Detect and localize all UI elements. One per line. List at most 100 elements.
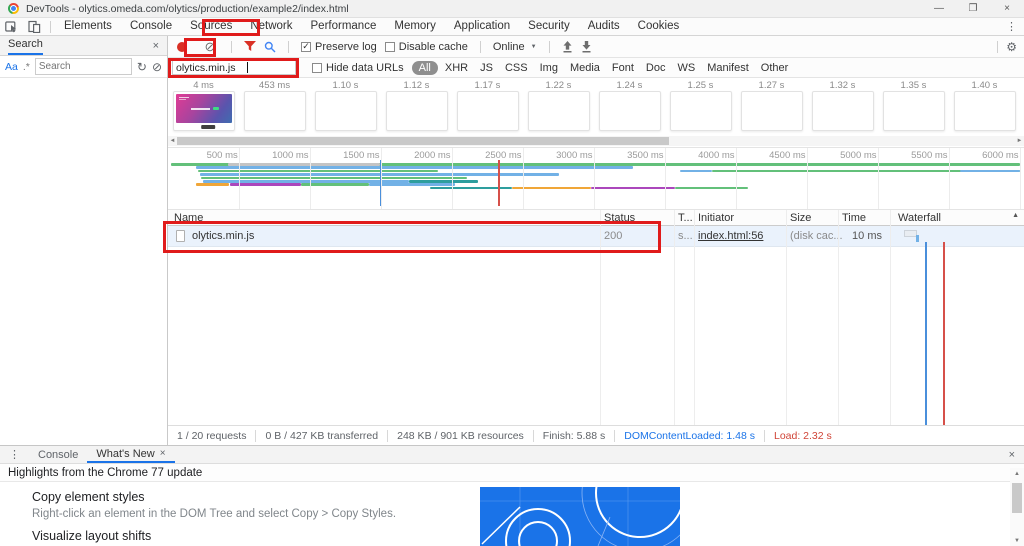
- search-icon[interactable]: [264, 41, 276, 53]
- devtools-menu-icon[interactable]: ⋮: [1006, 20, 1017, 33]
- column-time[interactable]: Time: [842, 212, 866, 224]
- tab-whats-new[interactable]: What's New ×: [87, 446, 175, 463]
- gear-icon[interactable]: ⚙: [1006, 40, 1017, 54]
- tick-label: 1000 ms: [272, 150, 309, 161]
- filmstrip-frame[interactable]: [882, 91, 945, 131]
- initiator-link[interactable]: index.html:56: [698, 230, 763, 242]
- column-status[interactable]: Status: [604, 212, 635, 224]
- filmstrip-slot: 453 ms: [239, 78, 310, 131]
- drawer-close-icon[interactable]: ×: [1009, 449, 1015, 461]
- column-name[interactable]: Name: [174, 212, 203, 224]
- scrollbar-thumb[interactable]: [177, 137, 669, 145]
- filter-icon[interactable]: [244, 41, 256, 52]
- filter-type-img[interactable]: Img: [535, 62, 563, 74]
- match-case-toggle[interactable]: Aa: [5, 61, 18, 73]
- tab-application[interactable]: Application: [445, 18, 519, 35]
- filter-type-other[interactable]: Other: [756, 62, 794, 74]
- tick-label: 3000 ms: [556, 150, 593, 161]
- regex-toggle[interactable]: .*: [23, 61, 30, 73]
- refresh-icon[interactable]: ↻: [137, 60, 147, 74]
- disable-cache-checkbox[interactable]: Disable cache: [384, 41, 468, 53]
- filter-type-all[interactable]: All: [411, 60, 438, 75]
- network-overview[interactable]: 500 ms 1000 ms 1500 ms 2000 ms 2500 ms 3000 m…: [168, 148, 1024, 210]
- filmstrip-scrollbar[interactable]: ◄ ►: [168, 136, 1024, 146]
- column-initiator[interactable]: Initiator: [698, 212, 734, 224]
- filmstrip-frame[interactable]: [456, 91, 519, 131]
- filmstrip-frame[interactable]: [953, 91, 1016, 131]
- whats-new-scrollbar[interactable]: ▲ ▼: [1010, 468, 1024, 546]
- whats-new-item-title[interactable]: Visualize layout shifts: [32, 529, 151, 543]
- frame-timestamp: 1.17 s: [474, 80, 501, 91]
- resource-bar-purple: [590, 186, 675, 190]
- column-type[interactable]: T...: [678, 212, 693, 224]
- filmstrip-frame[interactable]: [669, 91, 732, 131]
- search-input[interactable]: [34, 58, 132, 75]
- thumb-l1: [178, 97, 189, 98]
- scroll-right-icon[interactable]: ►: [1015, 136, 1024, 146]
- filter-input[interactable]: [172, 60, 296, 75]
- tab-audits[interactable]: Audits: [579, 18, 629, 35]
- drawer-menu-icon[interactable]: ⋮: [9, 448, 20, 461]
- clear-requests-button[interactable]: ⊘: [201, 39, 219, 55]
- restore-button[interactable]: ❐: [956, 0, 990, 17]
- frame-timestamp: 1.32 s: [829, 80, 856, 91]
- tab-performance[interactable]: Performance: [302, 18, 386, 35]
- resource-bar-orange: [196, 183, 229, 186]
- whats-new-heading: Highlights from the Chrome 77 update: [0, 464, 1024, 482]
- scrollbar-thumb[interactable]: [1012, 483, 1022, 513]
- filmstrip-frame[interactable]: [243, 91, 306, 131]
- tab-console[interactable]: Console: [121, 18, 181, 35]
- tab-network[interactable]: Network: [241, 18, 301, 35]
- thumb-dot: [213, 107, 220, 111]
- tab-cookies[interactable]: Cookies: [629, 18, 689, 35]
- filter-type-css[interactable]: CSS: [500, 62, 533, 74]
- filter-type-ws[interactable]: WS: [672, 62, 700, 74]
- clear-search-icon[interactable]: ⊘: [152, 60, 162, 74]
- filmstrip-frame[interactable]: [385, 91, 448, 131]
- frame-timestamp: 1.12 s: [403, 80, 430, 91]
- filmstrip-frame[interactable]: [740, 91, 803, 131]
- filmstrip-slot: 1.12 s: [381, 78, 452, 131]
- divider: [231, 40, 232, 53]
- filter-type-font[interactable]: Font: [607, 62, 639, 74]
- filter-type-media[interactable]: Media: [565, 62, 605, 74]
- column-waterfall[interactable]: Waterfall: [898, 212, 941, 224]
- preserve-log-checkbox[interactable]: ✓ Preserve log: [301, 41, 377, 53]
- filter-type-js[interactable]: JS: [475, 62, 498, 74]
- tick-label: 1500 ms: [343, 150, 380, 161]
- export-har-icon[interactable]: [581, 40, 592, 53]
- device-toolbar-icon[interactable]: [28, 20, 41, 33]
- tab-elements[interactable]: Elements: [55, 18, 121, 35]
- close-tab-icon[interactable]: ×: [160, 448, 166, 459]
- record-button[interactable]: [177, 41, 187, 52]
- inspect-element-icon[interactable]: [5, 20, 18, 33]
- scroll-up-icon[interactable]: ▲: [1010, 471, 1024, 477]
- filter-type-doc[interactable]: Doc: [641, 62, 671, 74]
- column-divider: [838, 210, 839, 425]
- minimize-button[interactable]: —: [922, 0, 956, 17]
- import-har-icon[interactable]: [562, 40, 573, 53]
- filmstrip-slot: 1.32 s: [807, 78, 878, 131]
- close-button[interactable]: ×: [990, 0, 1024, 17]
- filmstrip-frame[interactable]: [172, 91, 235, 131]
- filter-type-xhr[interactable]: XHR: [440, 62, 473, 74]
- scroll-down-icon[interactable]: ▼: [1010, 538, 1024, 544]
- sort-asc-icon[interactable]: ▲: [1012, 212, 1019, 219]
- filmstrip-frame[interactable]: [811, 91, 874, 131]
- search-panel-close-icon[interactable]: ×: [153, 40, 159, 52]
- filmstrip-frame[interactable]: [598, 91, 661, 131]
- tab-memory[interactable]: Memory: [385, 18, 445, 35]
- tab-console[interactable]: Console: [29, 446, 87, 463]
- tab-security[interactable]: Security: [519, 18, 579, 35]
- column-size[interactable]: Size: [790, 212, 811, 224]
- whats-new-item-title[interactable]: Copy element styles: [32, 490, 145, 504]
- throttling-select[interactable]: Online ▼: [493, 41, 537, 53]
- table-row[interactable]: olytics.min.js 200 s... index.html:56 (d…: [168, 226, 1024, 247]
- tab-sources[interactable]: Sources: [181, 18, 241, 35]
- filmstrip-frame[interactable]: [527, 91, 590, 131]
- tab-search[interactable]: Search: [8, 36, 43, 55]
- scroll-left-icon[interactable]: ◄: [168, 136, 177, 146]
- filmstrip-frame[interactable]: [314, 91, 377, 131]
- filter-type-manifest[interactable]: Manifest: [702, 62, 754, 74]
- hide-data-urls-checkbox[interactable]: Hide data URLs: [312, 62, 404, 74]
